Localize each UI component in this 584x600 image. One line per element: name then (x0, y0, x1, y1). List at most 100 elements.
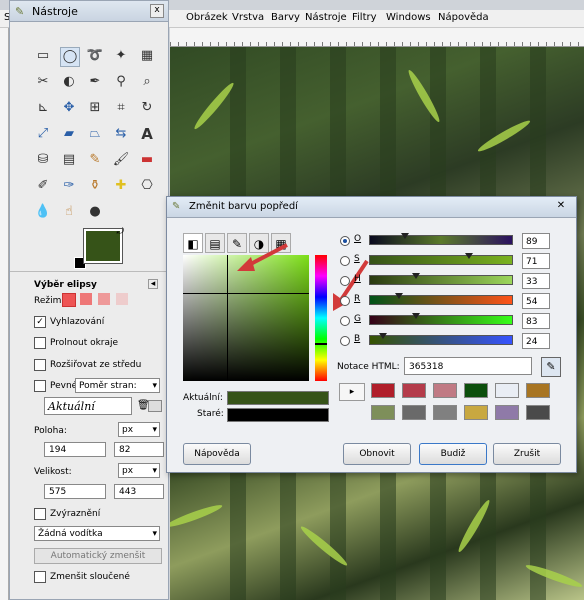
mode-intersect-icon[interactable] (116, 293, 128, 305)
blend-icon[interactable]: ▤ (60, 151, 78, 169)
channel-radio-s[interactable] (340, 256, 350, 266)
channel-slider-o[interactable] (369, 233, 513, 245)
move-icon[interactable]: ✥ (60, 99, 78, 117)
dialog-titlebar[interactable]: ✎ Změnit barvu popředí ✕ (167, 197, 576, 218)
fixed-checkbox[interactable] (34, 380, 46, 392)
scale-icon[interactable]: ⤢ (34, 125, 52, 143)
align-icon[interactable]: ⊞ (86, 99, 104, 117)
history-color-swatch[interactable] (433, 383, 457, 398)
paths-icon[interactable]: ✒ (86, 73, 104, 91)
perspective-clone-icon[interactable]: ⎔ (138, 177, 156, 195)
fixed-dropdown[interactable]: Poměr stran: ▾ (75, 378, 160, 393)
menu-windows[interactable]: Windows (386, 12, 431, 23)
blur-icon[interactable]: 💧 (34, 203, 52, 221)
channel-slider-h[interactable] (369, 273, 513, 285)
menu-arrow-icon[interactable]: ◂ (148, 279, 158, 289)
guides-dropdown[interactable]: Žádná vodítka ▾ (34, 526, 160, 541)
channel-slider-s[interactable] (369, 253, 513, 265)
ok-button[interactable]: Budiž (419, 443, 487, 465)
shear-icon[interactable]: ▰ (60, 125, 78, 143)
color-picker-icon[interactable]: ⚲ (112, 73, 130, 91)
tab-cmyk-icon[interactable]: ▤ (205, 233, 225, 253)
channel-radio-g[interactable] (340, 316, 350, 326)
expand-center-checkbox[interactable] (34, 359, 46, 371)
lasso-icon[interactable]: ➰ (86, 47, 104, 65)
magic-wand-icon[interactable]: ✦ (112, 47, 130, 65)
slider-thumb[interactable] (465, 253, 474, 259)
hue-strip[interactable] (315, 255, 327, 381)
clone-icon[interactable]: ⚱ (86, 177, 104, 195)
add-to-history-button[interactable]: ▸ (339, 383, 365, 401)
menu-filters[interactable]: Filtry (352, 12, 377, 23)
slider-thumb[interactable] (378, 333, 387, 339)
portrait-landscape-icon[interactable] (148, 400, 162, 412)
slider-thumb[interactable] (395, 293, 404, 299)
scissors-icon[interactable]: ✂ (34, 73, 52, 91)
menu-image[interactable]: Obrázek (186, 12, 228, 23)
history-color-swatch[interactable] (526, 405, 550, 420)
toolbox-titlebar[interactable]: ✎ Nástroje x (10, 1, 168, 22)
highlight-checkbox[interactable] (34, 508, 46, 520)
history-color-swatch[interactable] (433, 405, 457, 420)
history-color-swatch[interactable] (526, 383, 550, 398)
heal-icon[interactable]: ✚ (112, 177, 130, 195)
channel-radio-o[interactable] (340, 236, 350, 246)
history-color-swatch[interactable] (495, 405, 519, 420)
airbrush-icon[interactable]: ✐ (34, 177, 52, 195)
swap-colors-icon[interactable]: ⤾ (117, 227, 125, 237)
menu-layer[interactable]: Vrstva (232, 12, 264, 23)
channel-radio-r[interactable] (340, 296, 350, 306)
measure-icon[interactable]: ⊾ (34, 99, 52, 117)
paintbrush-icon[interactable]: 🖌 (112, 151, 130, 169)
cancel-button[interactable]: Zrušit (493, 443, 561, 465)
position-x-input[interactable]: 194 (44, 442, 106, 457)
rect-select-icon[interactable]: ▭ (34, 47, 52, 65)
channel-value-r[interactable]: 54 (522, 293, 550, 309)
channel-value-g[interactable]: 83 (522, 313, 550, 329)
channel-value-h[interactable]: 33 (522, 273, 550, 289)
history-color-swatch[interactable] (495, 383, 519, 398)
channel-value-o[interactable]: 89 (522, 233, 550, 249)
channel-slider-b[interactable] (369, 333, 513, 345)
flip-icon[interactable]: ⇆ (112, 125, 130, 143)
position-y-input[interactable]: 82 (114, 442, 164, 457)
zoom-icon[interactable]: ⌕ (138, 73, 156, 91)
channel-radio-b[interactable] (340, 336, 350, 346)
shrink-merged-checkbox[interactable] (34, 571, 46, 583)
size-width-input[interactable]: 575 (44, 484, 106, 499)
ratio-entry[interactable]: Aktuální (44, 397, 132, 415)
antialias-checkbox[interactable]: ✓ (34, 316, 46, 328)
channel-slider-r[interactable] (369, 293, 513, 305)
pencil-icon[interactable]: ✎ (86, 151, 104, 169)
position-unit-dropdown[interactable]: px ▾ (118, 422, 160, 437)
close-icon[interactable]: ✕ (554, 200, 568, 212)
smudge-icon[interactable]: ☝ (60, 203, 78, 221)
channel-radio-h[interactable] (340, 276, 350, 286)
eyedropper-icon[interactable]: ✎ (541, 357, 561, 377)
menu-tools[interactable]: Nástroje (305, 12, 347, 23)
mode-subtract-icon[interactable] (98, 293, 110, 305)
help-button[interactable]: Nápověda (183, 443, 251, 465)
mode-replace-icon[interactable] (62, 293, 76, 307)
dodge-burn-icon[interactable]: ● (86, 203, 104, 221)
slider-thumb[interactable] (412, 273, 421, 279)
ellipse-select-icon[interactable]: ◯ (60, 47, 80, 67)
history-color-swatch[interactable] (371, 383, 395, 398)
history-color-swatch[interactable] (464, 405, 488, 420)
fg-bg-color-selector[interactable]: ⤾ (74, 227, 124, 269)
mode-add-icon[interactable] (80, 293, 92, 305)
channel-value-s[interactable]: 71 (522, 253, 550, 269)
history-color-swatch[interactable] (464, 383, 488, 398)
menu-colors[interactable]: Barvy (271, 12, 300, 23)
slider-thumb[interactable] (401, 233, 409, 239)
autoshrink-button[interactable]: Automatický zmenšit (34, 548, 162, 564)
slider-thumb[interactable] (412, 313, 421, 319)
ink-icon[interactable]: ✑ (60, 177, 78, 195)
crop-icon[interactable]: ⌗ (112, 99, 130, 117)
foreground-select-icon[interactable]: ◐ (60, 73, 78, 91)
size-unit-dropdown[interactable]: px ▾ (118, 463, 160, 478)
html-notation-input[interactable]: 365318 (404, 357, 532, 375)
menu-help[interactable]: Nápověda (438, 12, 489, 23)
eraser-icon[interactable]: ▬ (138, 151, 156, 169)
tab-gimp-selector-icon[interactable]: ◧ (183, 233, 203, 253)
